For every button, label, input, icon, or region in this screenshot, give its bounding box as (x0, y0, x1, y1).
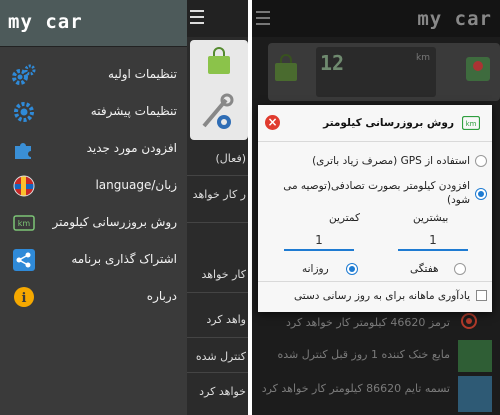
close-icon[interactable]: × (265, 115, 280, 130)
list-item: مایع خنک کننده 1 روز قبل کنترل شده (252, 340, 500, 372)
tools-icon[interactable] (200, 92, 234, 132)
app-logo: my car (8, 11, 83, 33)
row-divider (187, 222, 248, 223)
km-badge: km (416, 53, 430, 63)
list-item: ر کار خواهد (192, 188, 246, 201)
monthly-reminder-row[interactable]: یادآوری ماهانه برای به روز رسانی دستی (258, 287, 492, 305)
dashboard-tiles: 12 km (268, 43, 500, 101)
row-divider (187, 292, 248, 293)
max-label: بیشترین (413, 212, 449, 224)
list-item: (فعال) (215, 152, 247, 165)
list-item: واهد کرد (206, 313, 246, 326)
option-gps-label: استفاده از GPS (مصرف زیاد باتری) (312, 155, 470, 167)
list-item: تسمه تایم 86620 کیلومتر کار خواهد کرد (252, 374, 500, 412)
tile-panel (190, 40, 248, 140)
shopping-bag-icon[interactable] (204, 46, 234, 76)
period-weekly-option[interactable]: هفتگی (410, 260, 470, 278)
weekly-label: هفتگی (410, 263, 439, 275)
drawer-item-about[interactable]: i درباره (0, 279, 187, 316)
hamburger-menu-icon[interactable] (256, 11, 270, 25)
list-item: ترمز 46620 کیلومتر کار خواهد کرد (252, 308, 500, 340)
main-toolbar (187, 0, 248, 37)
drawer-item-label: درباره (146, 289, 177, 303)
drawer-item-label: روش بروزرسانی کیلومتر (52, 215, 177, 229)
share-icon (10, 246, 38, 274)
option-gps-row[interactable]: استفاده از GPS (مصرف زیاد باتری) (258, 152, 492, 172)
odometer-tile[interactable]: 12 km (316, 47, 436, 97)
option-gps-radio[interactable] (475, 155, 487, 167)
dialog-divider (258, 281, 492, 282)
monthly-reminder-label: یادآوری ماهانه برای به روز رسانی دستی (294, 290, 470, 302)
settings-gear-icon (10, 98, 38, 126)
list-item: خواهد کرد (199, 385, 246, 398)
drawer-item-language[interactable]: زبان/language (0, 168, 187, 205)
option-random-row[interactable]: افزودن کیلومتر بصورت تصادفی(توصیه می شود… (258, 178, 492, 210)
row-divider (187, 175, 248, 176)
drawer-item-share-app[interactable]: اشتراک گذاری برنامه (0, 242, 187, 279)
main-content-behind-drawer: (فعال) ر کار خواهد کار خواهد واهد کرد کن… (187, 0, 248, 415)
odometer-digits: 12 (320, 51, 345, 75)
svg-text:i: i (22, 291, 27, 306)
dialog-header: × روش بروزرسانی کیلومتر km (258, 105, 492, 142)
option-random-radio[interactable] (475, 188, 487, 200)
km-icon: km (10, 209, 38, 237)
dialog-title: روش بروزرسانی کیلومتر (323, 117, 454, 129)
svg-text:km: km (466, 120, 477, 128)
min-label: کمترین (329, 212, 360, 224)
drawer-item-odometer-update-method[interactable]: km روش بروزرسانی کیلومتر (0, 205, 187, 242)
svg-text:km: km (18, 219, 31, 228)
timing-belt-icon (458, 376, 492, 412)
info-icon: i (10, 283, 38, 311)
row-divider (187, 337, 248, 338)
row-divider (187, 372, 248, 373)
navigation-drawer: my car تنظیمات اولیه تنظیمات پیشرفته افز… (0, 0, 187, 415)
globe-flags-icon (10, 172, 38, 200)
coolant-icon (458, 340, 492, 372)
drawer-item-label: تنظیمات اولیه (108, 67, 177, 81)
daily-label: روزانه (302, 263, 329, 275)
hamburger-menu-icon[interactable] (190, 10, 204, 24)
list-item-text: مایع خنک کننده 1 روز قبل کنترل شده (277, 348, 450, 361)
min-field[interactable]: 1 (284, 231, 354, 251)
drawer-item-label: زبان/language (95, 178, 177, 192)
monthly-reminder-checkbox[interactable] (476, 290, 487, 301)
km-icon: km (462, 116, 480, 130)
odometer-update-dialog: × روش بروزرسانی کیلومتر km استفاده از GP… (258, 105, 492, 312)
app-logo: my car (417, 8, 492, 30)
drawer-item-advanced-settings[interactable]: تنظیمات پیشرفته (0, 94, 187, 131)
shopping-bag-icon[interactable] (272, 53, 300, 83)
weekly-radio[interactable] (454, 263, 466, 275)
drawer-item-add-new[interactable]: افزودن مورد جدید (0, 131, 187, 168)
drawer-item-label: تنظیمات پیشرفته (90, 104, 177, 118)
daily-radio[interactable] (346, 263, 358, 275)
option-random-label: افزودن کیلومتر بصورت تصادفی(توصیه می شود… (283, 180, 470, 206)
map-icon[interactable] (466, 55, 490, 83)
period-daily-option[interactable]: روزانه (302, 260, 362, 278)
drawer-item-basic-settings[interactable]: تنظیمات اولیه (0, 57, 187, 94)
puzzle-icon (10, 135, 38, 163)
list-item-text: تسمه تایم 86620 کیلومتر کار خواهد کرد (261, 382, 450, 395)
gears-icon (10, 61, 38, 89)
list-item: کار خواهد (201, 268, 246, 281)
list-item: کنترل شده (195, 350, 246, 363)
main-toolbar: my car (252, 0, 500, 37)
drawer-item-label: افزودن مورد جدید (86, 141, 177, 155)
brake-icon (461, 313, 477, 329)
left-screen: (فعال) ر کار خواهد کار خواهد واهد کرد کن… (0, 0, 248, 415)
list-item-text: ترمز 46620 کیلومتر کار خواهد کرد (286, 316, 450, 329)
drawer-header: my car (0, 0, 187, 47)
max-field[interactable]: 1 (398, 231, 468, 251)
drawer-item-label: اشتراک گذاری برنامه (71, 252, 177, 266)
